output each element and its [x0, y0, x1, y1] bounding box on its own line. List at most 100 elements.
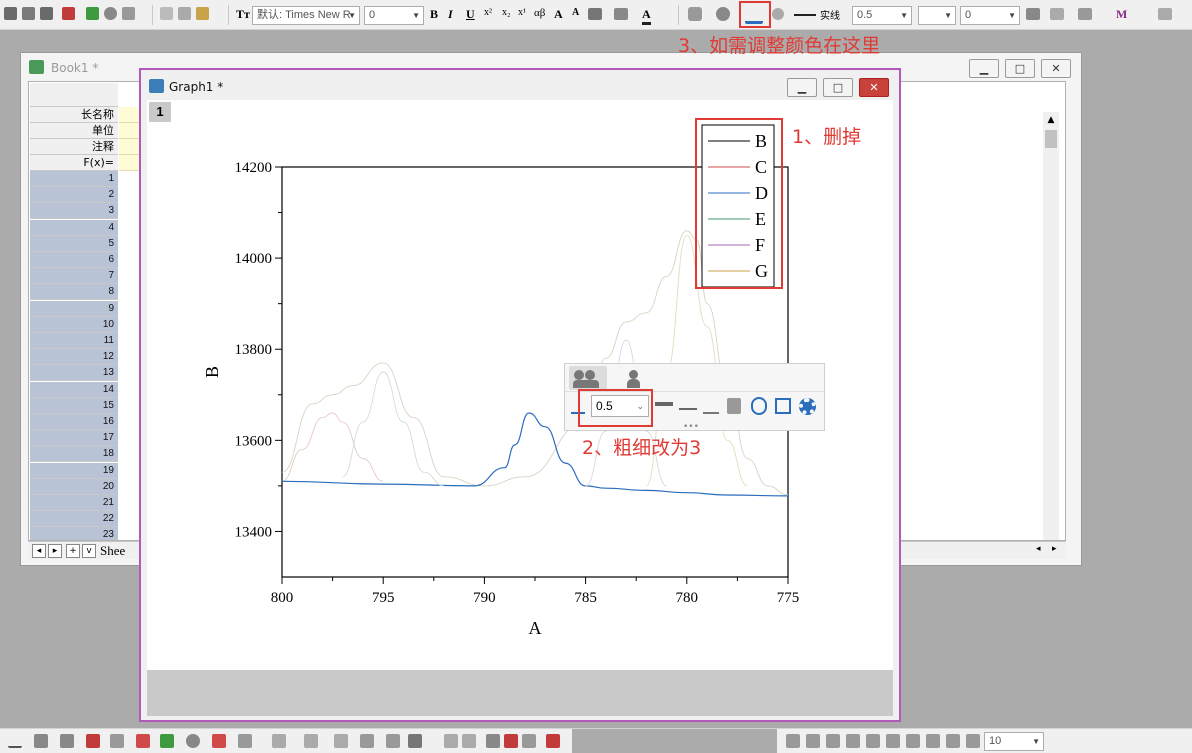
page-icon[interactable] — [444, 734, 458, 748]
boxplot-icon[interactable] — [136, 734, 150, 748]
row-number[interactable]: 9 — [30, 300, 118, 317]
line-up-icon[interactable] — [655, 402, 673, 406]
header-cell[interactable] — [119, 107, 141, 123]
merge-icon[interactable]: M — [1116, 7, 1127, 22]
row-number[interactable]: 10 — [30, 316, 118, 333]
graph1-titlebar[interactable]: Graph1 * ▁ □ ✕ — [141, 70, 899, 100]
grid-lines-icon[interactable] — [614, 8, 628, 20]
dash-icon[interactable] — [504, 734, 518, 748]
3d-plot-icon[interactable] — [238, 734, 252, 748]
superscript-icon[interactable]: x² — [484, 7, 492, 18]
row-number[interactable]: 12 — [30, 349, 118, 366]
row-number[interactable]: 11 — [30, 333, 118, 349]
row-number[interactable]: 20 — [30, 478, 118, 495]
column-plot-icon[interactable] — [86, 734, 100, 748]
x-tick-label[interactable]: 785 — [574, 590, 597, 606]
font-shrink-icon[interactable]: A — [572, 7, 579, 18]
copy-icon[interactable] — [178, 7, 191, 20]
row-number[interactable]: 18 — [30, 446, 118, 463]
row-label-fx[interactable]: F(x)= — [30, 155, 118, 171]
close-button[interactable]: ✕ — [859, 78, 889, 97]
x-tick-label[interactable]: 790 — [473, 590, 496, 606]
pattern-value-combo[interactable]: 0 ▼ — [960, 6, 1020, 25]
cut-icon[interactable] — [160, 7, 173, 20]
x-tick-label[interactable]: 795 — [372, 590, 395, 606]
template-icon[interactable] — [272, 734, 286, 748]
line-down-icon[interactable] — [679, 408, 697, 410]
row-number[interactable]: 4 — [30, 219, 118, 236]
fill-color-icon[interactable] — [688, 7, 702, 21]
gear-icon[interactable] — [799, 398, 816, 415]
merge-graph-icon[interactable] — [334, 734, 348, 748]
new-workbook-icon[interactable] — [4, 7, 17, 20]
symbol-icon[interactable] — [772, 8, 784, 20]
font-size-combo[interactable]: 0 ▼ — [364, 6, 424, 25]
add-plot-icon[interactable] — [86, 7, 99, 20]
resize-icon[interactable] — [775, 398, 791, 414]
y-tick-label[interactable]: 14000 — [235, 251, 273, 267]
row-number[interactable]: 2 — [30, 187, 118, 204]
series-line-C[interactable] — [281, 412, 384, 482]
paste-icon[interactable] — [196, 7, 209, 20]
row-number[interactable]: 13 — [30, 365, 118, 382]
font-name-combo[interactable]: 默认: Times New R ▼ — [252, 6, 360, 25]
next-sheet-icon[interactable]: ▸ — [48, 544, 62, 558]
font-grow-icon[interactable]: A — [554, 7, 563, 22]
hscroll-right-icon[interactable]: ▸ — [1052, 544, 1057, 554]
align-icon[interactable] — [588, 8, 602, 20]
sheet-tab[interactable]: Shee — [100, 543, 125, 559]
border-icon[interactable] — [1050, 8, 1064, 20]
italic-icon[interactable]: I — [448, 7, 453, 22]
row-number[interactable]: 23 — [30, 527, 118, 540]
scatter-plot-icon[interactable] — [34, 734, 48, 748]
drag-handle-icon[interactable]: ••• — [683, 422, 699, 432]
minimize-button[interactable]: ▁ — [969, 59, 999, 78]
header-cell[interactable] — [119, 123, 141, 139]
distribute-icon[interactable] — [546, 734, 560, 748]
row-number[interactable]: 15 — [30, 397, 118, 414]
split-icon[interactable] — [386, 734, 400, 748]
polar-plot-icon[interactable] — [186, 734, 200, 748]
row-number[interactable]: 19 — [30, 462, 118, 479]
x-tick-label[interactable]: 780 — [676, 590, 699, 606]
subscript-icon[interactable]: x₂ — [502, 7, 511, 18]
row-number[interactable]: 14 — [30, 381, 118, 398]
y-tick-label[interactable]: 14200 — [235, 160, 273, 176]
duplicate-icon[interactable] — [122, 7, 135, 20]
vertical-scrollbar[interactable]: ▲ ▼ — [1043, 112, 1059, 540]
pattern-color-combo[interactable]: ▼ — [918, 6, 956, 25]
y-tick-label[interactable]: 13400 — [235, 524, 273, 540]
frame-icon[interactable] — [408, 734, 422, 748]
row-number[interactable]: 22 — [30, 511, 118, 528]
row-number[interactable]: 17 — [30, 430, 118, 447]
sheet-list-icon[interactable]: v — [82, 544, 96, 558]
greek-icon[interactable]: αβ — [534, 7, 545, 19]
row-number[interactable]: 6 — [30, 252, 118, 268]
same-width-icon[interactable] — [846, 734, 860, 748]
single-plot-icon[interactable] — [627, 370, 640, 388]
font-color-icon[interactable]: A — [642, 7, 651, 25]
layer-indicator[interactable]: 1 — [149, 102, 171, 122]
y-axis-label[interactable]: B — [202, 366, 222, 378]
add-sheet-icon[interactable]: + — [66, 544, 80, 558]
front-icon[interactable] — [886, 734, 900, 748]
header-cell[interactable] — [119, 139, 141, 155]
align-top-icon[interactable] — [786, 734, 800, 748]
align-bottom-icon[interactable] — [806, 734, 820, 748]
row-number[interactable]: 16 — [30, 414, 118, 430]
align-center-icon[interactable] — [826, 734, 840, 748]
refresh-icon[interactable] — [104, 7, 117, 20]
line-plot-icon[interactable] — [8, 734, 22, 748]
back-icon[interactable] — [906, 734, 920, 748]
forward-icon[interactable] — [926, 734, 940, 748]
connect-icon[interactable] — [703, 400, 719, 414]
group-icon[interactable] — [569, 366, 607, 390]
bold-icon[interactable]: B — [430, 7, 438, 22]
table-icon[interactable] — [1078, 8, 1092, 20]
row-number[interactable]: 3 — [30, 203, 118, 220]
x-tick-label[interactable]: 800 — [271, 590, 294, 606]
minimize-button[interactable]: ▁ — [787, 78, 817, 97]
line-width-combo[interactable]: 0.5 ▼ — [852, 6, 912, 25]
swap-icon[interactable] — [751, 397, 767, 415]
row-number[interactable]: 8 — [30, 284, 118, 301]
